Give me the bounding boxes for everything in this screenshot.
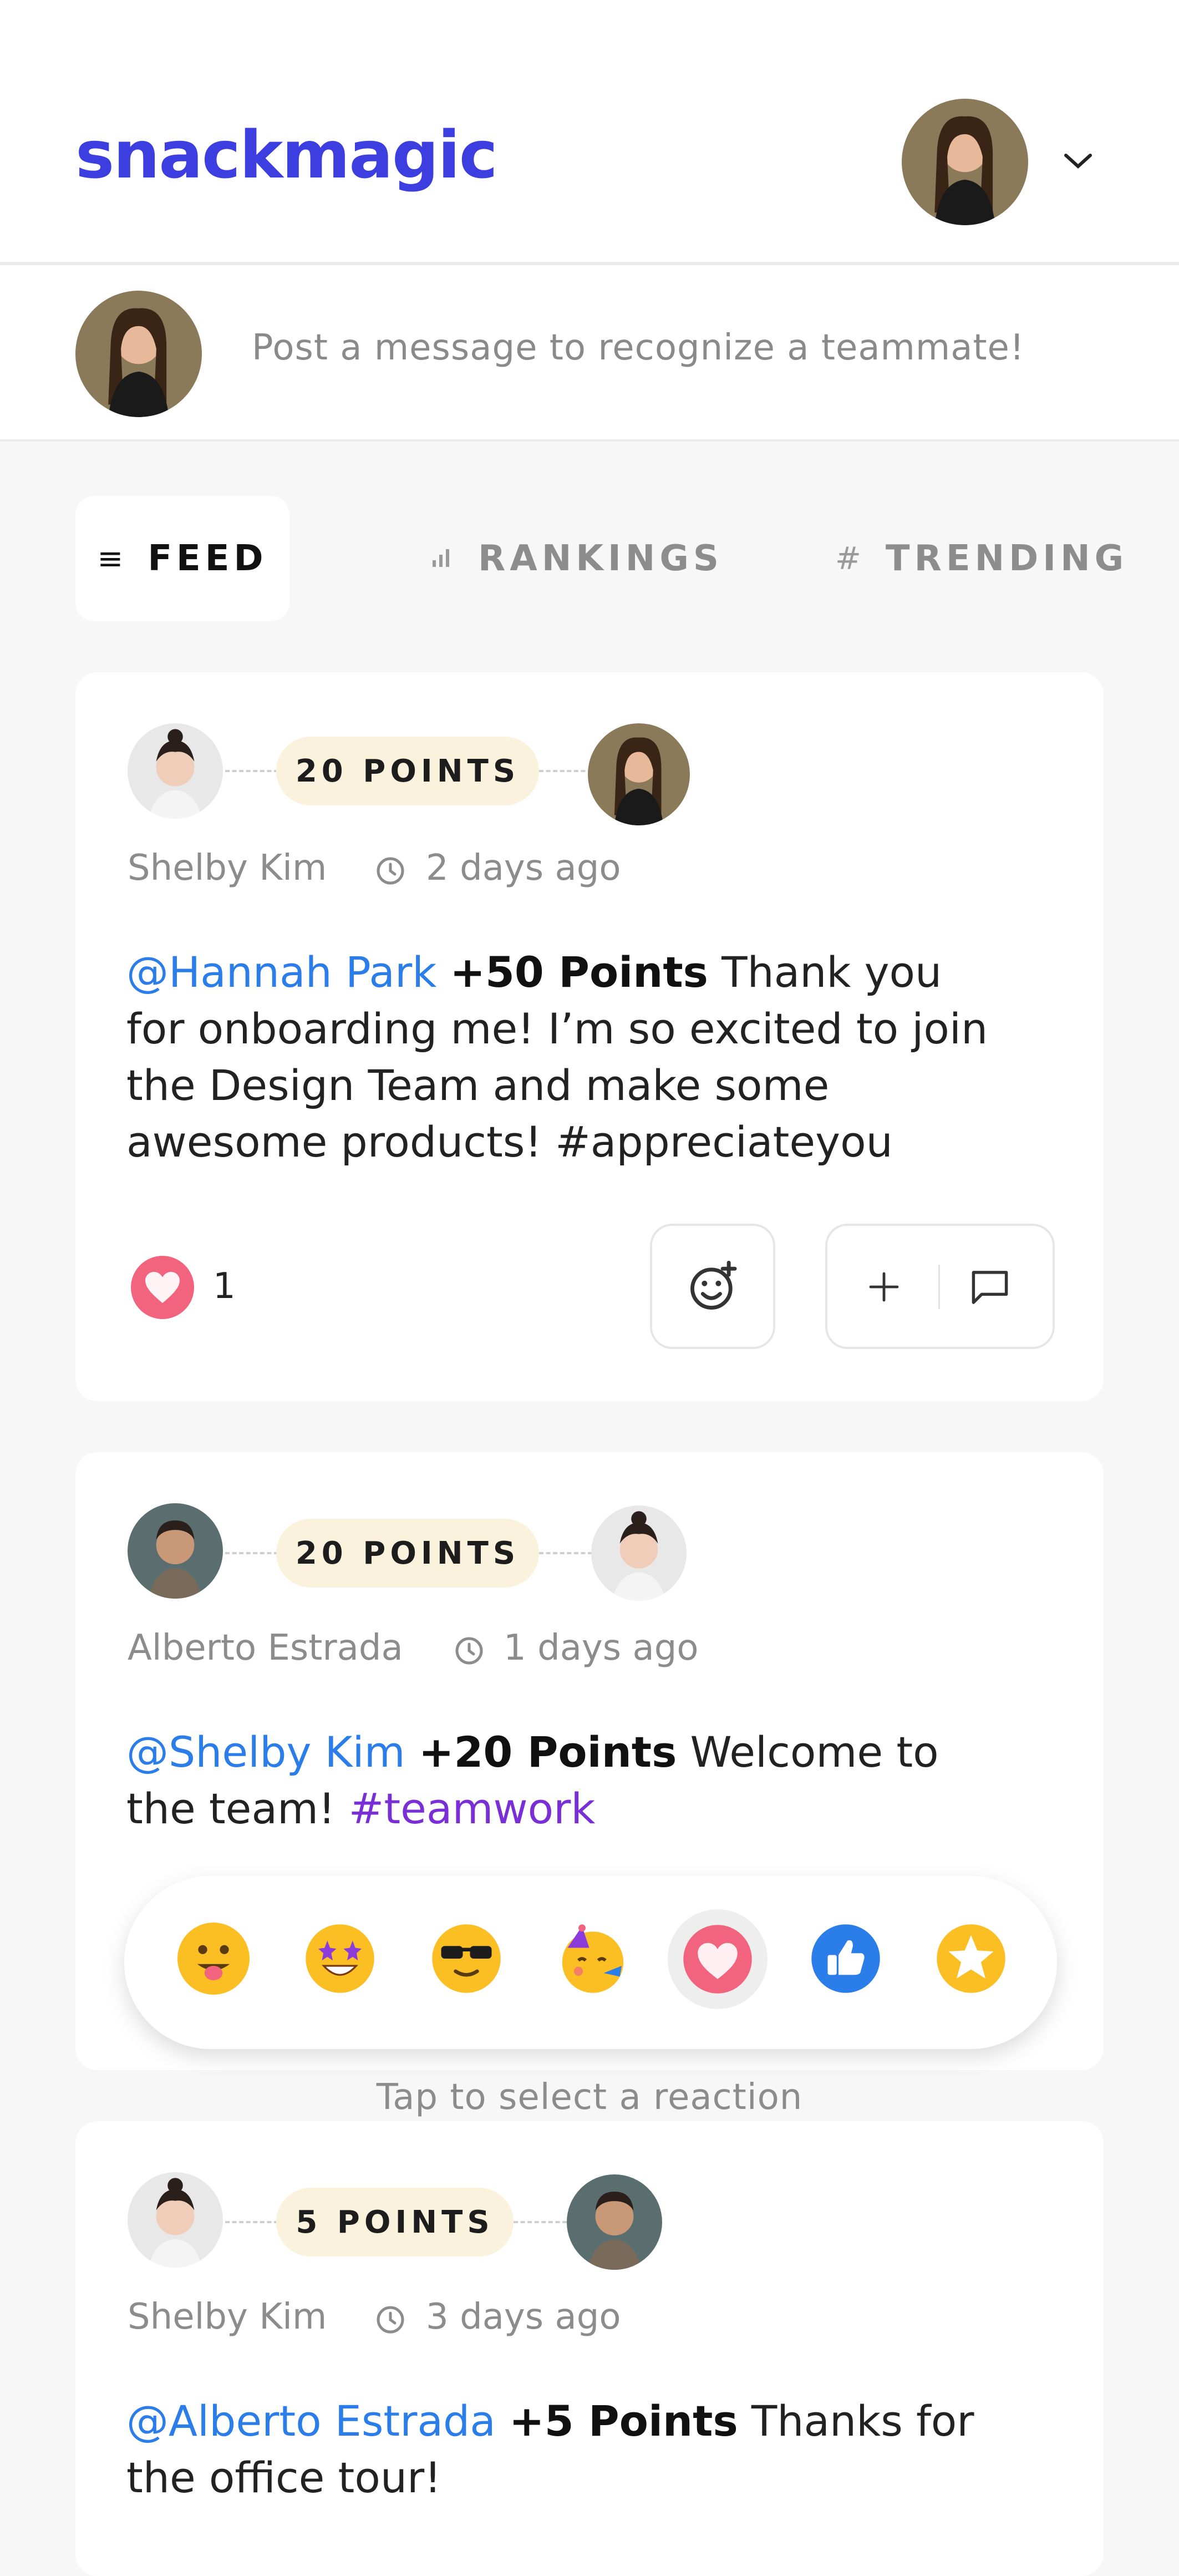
mention-link[interactable]: @Alberto Estrada [126,2396,496,2446]
post-author[interactable]: Shelby Kim [128,2296,327,2337]
app-header: snackmagic [0,0,1179,265]
connector-line [225,770,278,772]
list-icon: ≡ [97,540,124,577]
post-composer[interactable]: Post a message to recognize a teammate! [0,265,1179,442]
sunglasses-emoji-icon[interactable] [430,1923,502,1995]
user-avatar[interactable] [902,99,1028,225]
plus-icon[interactable] [867,1270,901,1304]
feed-post: 20 POINTS Shelby Kim 2 days ago @Hannah … [75,672,1104,1401]
tab-rankings[interactable]: RANKINGS [429,496,723,621]
post-time: 3 days ago [426,2296,621,2337]
tab-trending[interactable]: # TRENDING [835,496,1128,621]
tab-trending-label: TRENDING [885,538,1129,579]
points-badge: 20 POINTS [276,1519,539,1588]
star-emoji-icon[interactable] [935,1923,1007,1995]
logo-text: snackmagic [75,116,498,193]
post-time: 2 days ago [426,848,621,889]
heart-emoji-icon[interactable] [668,1909,768,2009]
comment-icon[interactable] [969,1268,1010,1307]
points-text: +5 Points [509,2396,738,2446]
heart-reaction[interactable] [131,1256,194,1319]
points-text: +20 Points [418,1727,677,1777]
comment-actions [825,1224,1055,1349]
connector-line [539,770,592,772]
star-struck-emoji-icon[interactable] [304,1923,376,1995]
recipient-avatar[interactable] [567,2174,662,2270]
add-emoji-icon [690,1260,737,1310]
hashtag-icon: # [835,540,861,577]
post-author[interactable]: Alberto Estrada [128,1627,403,1669]
thumbs-up-emoji-icon[interactable] [810,1923,882,1995]
clock-icon [455,1637,483,1665]
post-message: @Shelby Kim +20 Points Welcome to the te… [126,1724,992,1837]
sender-avatar[interactable] [128,1503,223,1599]
recipient-avatar[interactable] [588,723,690,825]
hashtag-link[interactable]: #teamwork [349,1784,596,1833]
connector-line [514,2221,567,2223]
composer-placeholder[interactable]: Post a message to recognize a teammate! [252,327,1025,368]
heart-icon [145,1271,180,1304]
like-count: 1 [213,1266,236,1307]
sender-avatar[interactable] [128,723,223,819]
points-badge: 20 POINTS [276,737,539,805]
clock-icon [377,2306,404,2334]
reaction-hint: Tap to select a reaction [376,2077,803,2118]
mention-link[interactable]: @Hannah Park [126,947,436,997]
recipient-avatar[interactable] [591,1505,687,1601]
connector-line [225,1552,278,1554]
post-message: @Hannah Park +50 Points Thank you for on… [126,944,992,1170]
points-text: +50 Points [450,947,708,997]
connector-line [225,2221,278,2223]
feed-post: 5 POINTS Shelby Kim 3 days ago @Alberto … [75,2121,1104,2576]
reaction-picker [124,1876,1057,2049]
sender-avatar[interactable] [128,2172,223,2268]
chevron-down-icon[interactable] [1063,150,1094,172]
party-emoji-icon[interactable] [557,1923,629,1995]
points-badge: 5 POINTS [276,2188,514,2256]
bar-chart-icon [429,541,454,577]
connector-line [539,1552,592,1554]
composer-avatar [75,291,202,417]
tab-rankings-label: RANKINGS [478,538,723,579]
tab-feed-label: FEED [148,538,268,579]
add-reaction-button[interactable] [650,1224,775,1349]
clock-icon [377,857,404,885]
divider [938,1265,940,1309]
tab-feed[interactable]: ≡ FEED [75,496,289,621]
tongue-emoji-icon[interactable] [177,1923,250,1995]
mention-link[interactable]: @Shelby Kim [126,1727,405,1777]
snackmagic-logo[interactable]: snackmagic [75,122,498,187]
post-time: 1 days ago [504,1627,699,1669]
post-author[interactable]: Shelby Kim [128,848,327,889]
post-message: @Alberto Estrada +5 Points Thanks for th… [126,2393,1014,2506]
